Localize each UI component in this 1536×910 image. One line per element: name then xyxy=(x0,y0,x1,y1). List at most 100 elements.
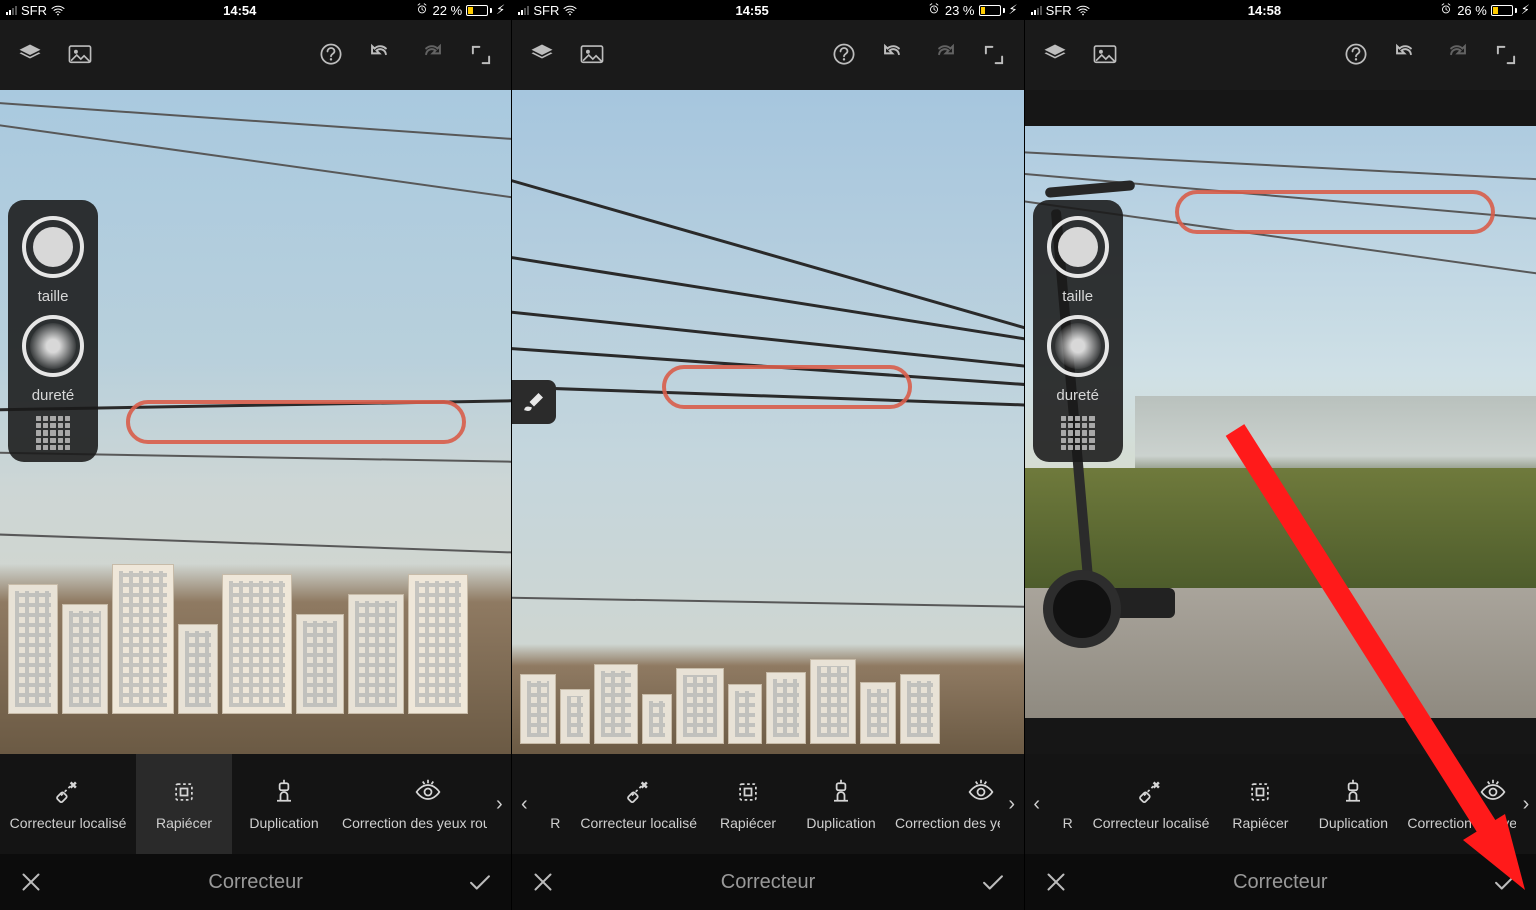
size-label: taille xyxy=(1062,288,1093,305)
layers-icon[interactable] xyxy=(14,41,46,69)
status-bar: SFR 14:55 23 % ⚡︎ xyxy=(512,0,1023,20)
brush-panel: taille dureté xyxy=(8,200,98,462)
footer-title: Correcteur xyxy=(48,871,463,894)
tool-spot-heal[interactable]: Correcteur localisé xyxy=(0,754,136,854)
footer-bar: Correcteur xyxy=(512,854,1023,910)
carrier-label: SFR xyxy=(21,3,47,18)
wifi-icon xyxy=(1076,3,1090,17)
footer-title: Correcteur xyxy=(1073,871,1488,894)
image-icon[interactable] xyxy=(64,41,96,69)
layers-icon[interactable] xyxy=(526,41,558,69)
wifi-icon xyxy=(563,3,577,17)
screen-3: SFR 14:58 26 % ⚡︎ xyxy=(1024,0,1536,910)
grid-icon[interactable] xyxy=(1059,414,1097,452)
scroll-right-chevron-icon[interactable]: › xyxy=(1000,754,1024,854)
carrier-label: SFR xyxy=(533,3,559,18)
charging-icon: ⚡︎ xyxy=(1009,2,1018,18)
screen-1: SFR 14:54 22 % ⚡︎ xyxy=(0,0,511,910)
tool-prev-initial[interactable]: R xyxy=(1049,754,1087,854)
tool-prev-initial[interactable]: R xyxy=(536,754,574,854)
brush-tool-badge[interactable] xyxy=(512,380,556,424)
redo-icon[interactable] xyxy=(1440,41,1472,69)
top-toolbar xyxy=(1025,20,1536,90)
footer-bar: Correcteur xyxy=(1025,854,1536,910)
tool-redeye[interactable]: Correction des yeux rouges xyxy=(1401,754,1516,854)
clock: 14:54 xyxy=(223,3,256,18)
redo-icon[interactable] xyxy=(415,41,447,69)
scroll-left-chevron-icon[interactable]: ‹ xyxy=(512,754,536,854)
status-bar: SFR 14:54 22 % ⚡︎ xyxy=(0,0,511,20)
hardness-label: dureté xyxy=(32,387,75,404)
tool-row: Correcteur localisé Rapiécer Duplication… xyxy=(0,754,511,854)
brush-panel: taille dureté xyxy=(1033,200,1123,462)
charging-icon: ⚡︎ xyxy=(1521,2,1530,18)
redo-icon[interactable] xyxy=(928,41,960,69)
tool-row: ‹ R Correcteur localisé Rapiécer Duplica… xyxy=(1025,754,1536,854)
grid-icon[interactable] xyxy=(34,414,72,452)
fullscreen-icon[interactable] xyxy=(978,41,1010,69)
status-bar: SFR 14:58 26 % ⚡︎ xyxy=(1025,0,1536,20)
alarm-icon xyxy=(415,2,429,19)
brush-hardness-control[interactable] xyxy=(22,315,84,377)
confirm-button[interactable] xyxy=(1488,865,1522,899)
battery-icon xyxy=(979,5,1005,16)
wifi-icon xyxy=(51,3,65,17)
screen-2: SFR 14:55 23 % ⚡︎ xyxy=(511,0,1023,910)
image-icon[interactable] xyxy=(576,41,608,69)
scroll-right-chevron-icon[interactable]: › xyxy=(487,754,511,854)
battery-percent: 26 % xyxy=(1457,3,1487,18)
charging-icon: ⚡︎ xyxy=(496,2,505,18)
carrier-label: SFR xyxy=(1046,3,1072,18)
tool-patch[interactable]: Rapiécer xyxy=(136,754,232,854)
signal-icon xyxy=(518,5,529,15)
confirm-button[interactable] xyxy=(463,865,497,899)
cancel-button[interactable] xyxy=(14,865,48,899)
tool-redeye[interactable]: Correction des yeux rouges xyxy=(336,754,487,854)
battery-percent: 23 % xyxy=(945,3,975,18)
help-icon[interactable] xyxy=(1340,41,1372,69)
annotation-stroke xyxy=(126,400,466,444)
top-toolbar xyxy=(512,20,1023,90)
undo-icon[interactable] xyxy=(1390,41,1422,69)
cancel-button[interactable] xyxy=(1039,865,1073,899)
tool-clone[interactable]: Duplication xyxy=(1305,754,1401,854)
fullscreen-icon[interactable] xyxy=(1490,41,1522,69)
tool-patch[interactable]: Rapiécer xyxy=(1215,754,1305,854)
alarm-icon xyxy=(1439,2,1453,19)
brush-size-control[interactable] xyxy=(1047,216,1109,278)
canvas[interactable]: taille dureté xyxy=(1025,90,1536,754)
tool-patch[interactable]: Rapiécer xyxy=(703,754,793,854)
image-icon[interactable] xyxy=(1089,41,1121,69)
canvas[interactable] xyxy=(512,90,1023,754)
alarm-icon xyxy=(927,2,941,19)
top-toolbar xyxy=(0,20,511,90)
scroll-left-chevron-icon[interactable]: ‹ xyxy=(1025,754,1049,854)
help-icon[interactable] xyxy=(828,41,860,69)
tool-redeye[interactable]: Correction des yeux rouges xyxy=(889,754,1000,854)
annotation-stroke xyxy=(662,365,912,409)
undo-icon[interactable] xyxy=(878,41,910,69)
tool-clone[interactable]: Duplication xyxy=(793,754,889,854)
brush-size-control[interactable] xyxy=(22,216,84,278)
size-label: taille xyxy=(38,288,69,305)
cancel-button[interactable] xyxy=(526,865,560,899)
layers-icon[interactable] xyxy=(1039,41,1071,69)
signal-icon xyxy=(1031,5,1042,15)
canvas[interactable]: taille dureté xyxy=(0,90,511,754)
footer-bar: Correcteur xyxy=(0,854,511,910)
scroll-right-chevron-icon[interactable]: › xyxy=(1516,754,1536,854)
help-icon[interactable] xyxy=(315,41,347,69)
hardness-label: dureté xyxy=(1056,387,1099,404)
brush-hardness-control[interactable] xyxy=(1047,315,1109,377)
tool-spot-heal[interactable]: Correcteur localisé xyxy=(574,754,703,854)
battery-percent: 22 % xyxy=(433,3,463,18)
battery-icon xyxy=(1491,5,1517,16)
confirm-button[interactable] xyxy=(976,865,1010,899)
fullscreen-icon[interactable] xyxy=(465,41,497,69)
undo-icon[interactable] xyxy=(365,41,397,69)
tool-clone[interactable]: Duplication xyxy=(232,754,336,854)
battery-icon xyxy=(466,5,492,16)
tool-row: ‹ R Correcteur localisé Rapiécer Duplica… xyxy=(512,754,1023,854)
tool-spot-heal[interactable]: Correcteur localisé xyxy=(1087,754,1216,854)
annotation-stroke xyxy=(1175,190,1495,234)
